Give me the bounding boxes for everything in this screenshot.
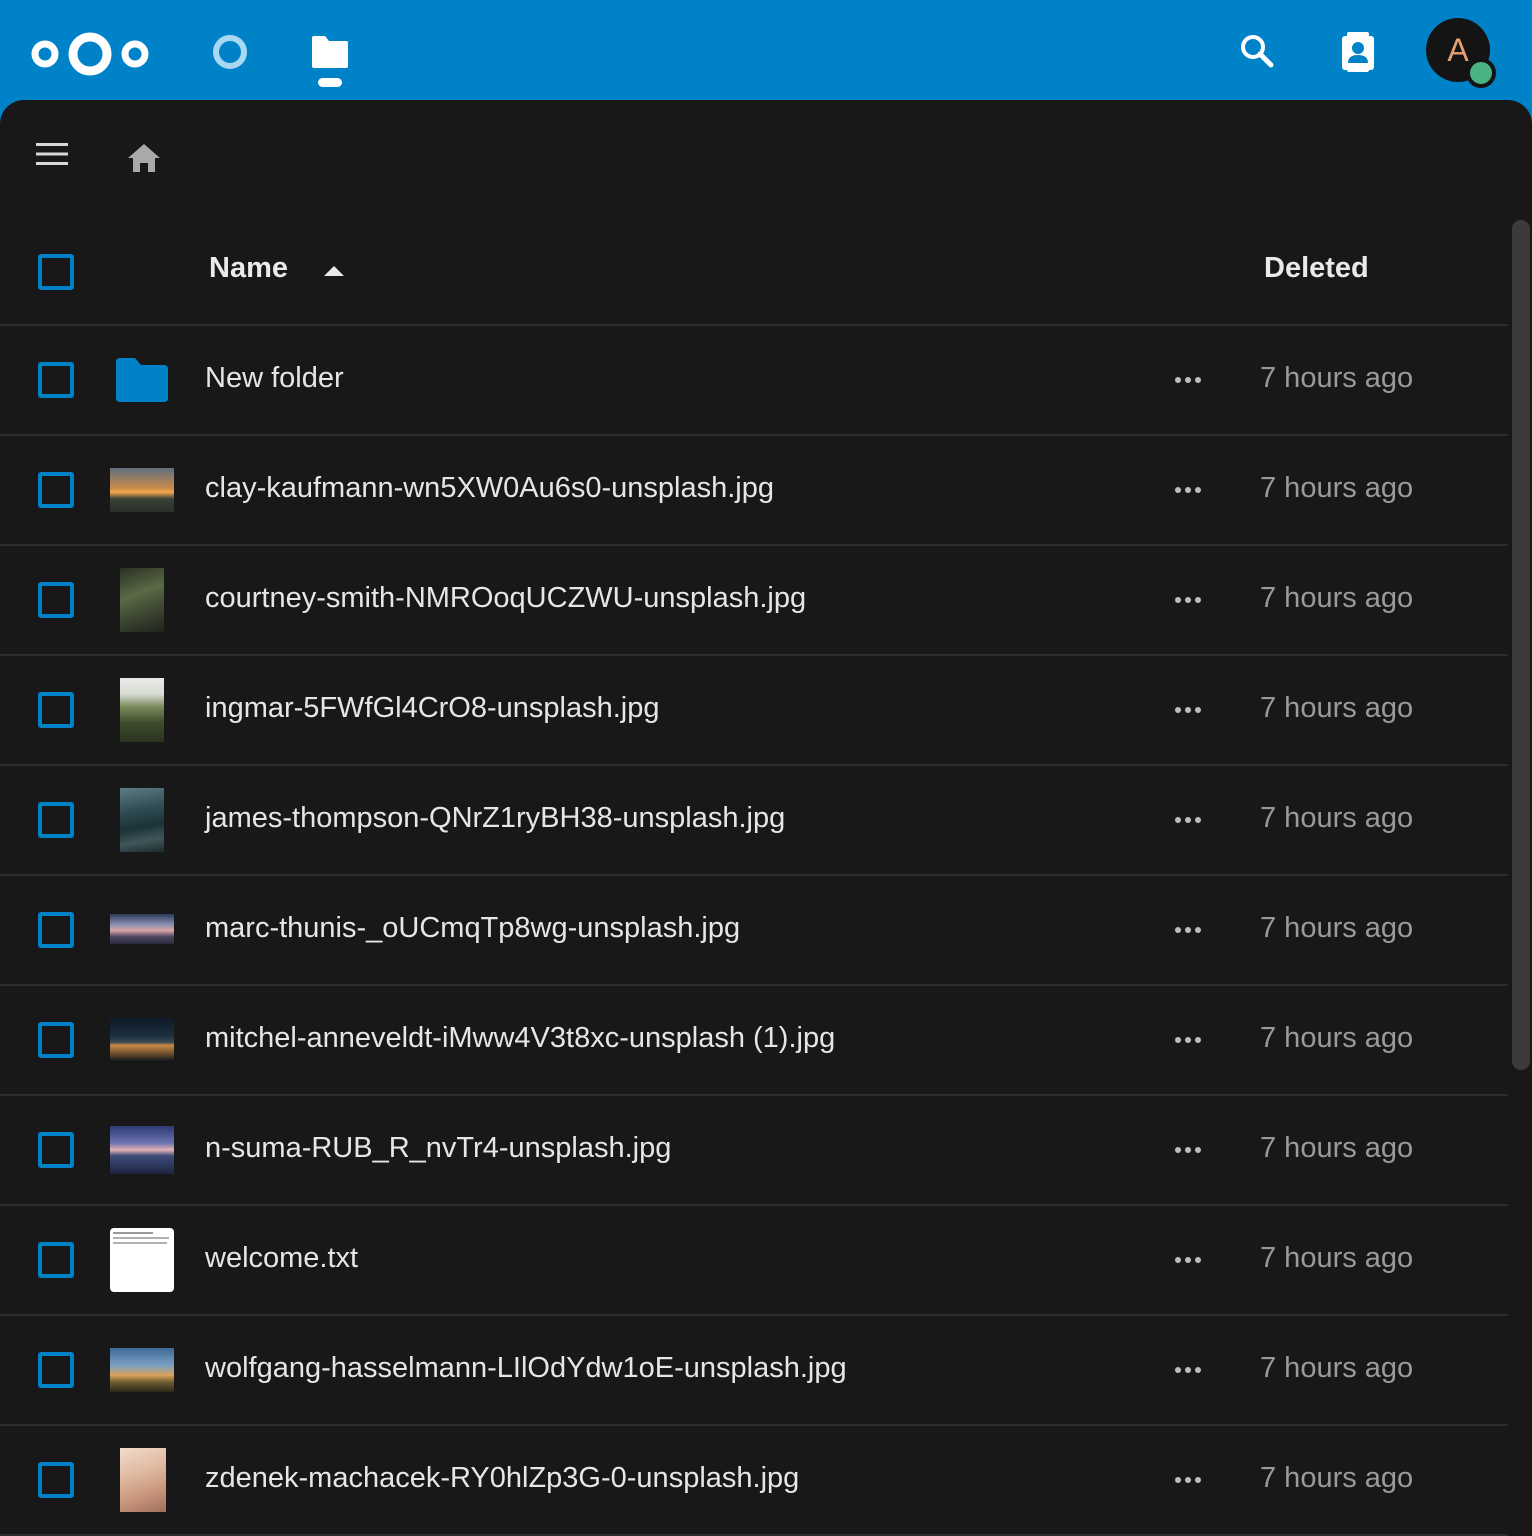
navigation-toggle-button[interactable] (28, 134, 76, 174)
actions-menu-button[interactable] (1166, 582, 1210, 618)
actions-menu-button[interactable] (1166, 362, 1210, 398)
row-checkbox[interactable] (38, 692, 74, 728)
actions-menu-button[interactable] (1166, 1352, 1210, 1388)
deleted-time: 7 hours ago (1260, 692, 1414, 724)
file-name[interactable]: zdenek-machacek-RY0hlZp3G-0-unsplash.jpg (205, 1462, 799, 1495)
folder-icon (312, 36, 348, 68)
column-header-deleted[interactable]: Deleted (1264, 252, 1369, 285)
image-thumbnail (120, 678, 164, 742)
dashboard-circle-icon (213, 35, 247, 69)
files-app-button[interactable] (306, 28, 354, 76)
row-checkbox[interactable] (38, 1132, 74, 1168)
actions-menu-button[interactable] (1166, 802, 1210, 838)
deleted-time: 7 hours ago (1260, 1022, 1414, 1054)
table-row[interactable]: marc-thunis-_oUCmqTp8wg-unsplash.jpg 7 h… (0, 876, 1508, 986)
table-row[interactable]: ingmar-5FWfGl4CrO8-unsplash.jpg 7 hours … (0, 656, 1508, 766)
row-checkbox[interactable] (38, 1022, 74, 1058)
file-name[interactable]: james-thompson-QNrZ1ryBH38-unsplash.jpg (205, 802, 785, 835)
main-content: Name Deleted New folder 7 hours ago clay… (0, 100, 1532, 1536)
file-name[interactable]: n-suma-RUB_R_nvTr4-unsplash.jpg (205, 1132, 671, 1165)
image-thumbnail (110, 1018, 174, 1062)
image-thumbnail (120, 568, 164, 632)
deleted-time: 7 hours ago (1260, 362, 1414, 394)
row-checkbox[interactable] (38, 582, 74, 618)
contacts-icon (1342, 32, 1374, 72)
table-row[interactable]: zdenek-machacek-RY0hlZp3G-0-unsplash.jpg… (0, 1426, 1508, 1536)
active-app-indicator (318, 78, 342, 87)
file-name[interactable]: courtney-smith-NMROoqUCZWU-unsplash.jpg (205, 582, 806, 615)
row-checkbox[interactable] (38, 912, 74, 948)
top-header: A (0, 0, 1532, 100)
files-table: Name Deleted New folder 7 hours ago clay… (0, 216, 1508, 1536)
nextcloud-logo[interactable] (28, 28, 152, 80)
actions-menu-button[interactable] (1166, 1132, 1210, 1168)
deleted-time: 7 hours ago (1260, 472, 1414, 504)
search-button[interactable] (1232, 26, 1282, 76)
home-icon (128, 144, 160, 172)
actions-menu-button[interactable] (1166, 1022, 1210, 1058)
image-thumbnail (110, 468, 174, 512)
online-status-indicator (1466, 58, 1496, 88)
actions-menu-button[interactable] (1166, 692, 1210, 728)
deleted-time: 7 hours ago (1260, 912, 1414, 944)
actions-menu-button[interactable] (1166, 912, 1210, 948)
dashboard-app-button[interactable] (206, 28, 254, 76)
table-header: Name Deleted (0, 216, 1508, 326)
row-checkbox[interactable] (38, 1242, 74, 1278)
table-row[interactable]: n-suma-RUB_R_nvTr4-unsplash.jpg 7 hours … (0, 1096, 1508, 1206)
deleted-time: 7 hours ago (1260, 1462, 1414, 1494)
deleted-time: 7 hours ago (1260, 802, 1414, 834)
image-thumbnail (120, 1448, 166, 1512)
breadcrumb-home[interactable] (120, 136, 168, 180)
table-row[interactable]: mitchel-anneveldt-iMww4V3t8xc-unsplash (… (0, 986, 1508, 1096)
file-name[interactable]: mitchel-anneveldt-iMww4V3t8xc-unsplash (… (205, 1022, 835, 1055)
file-name[interactable]: ingmar-5FWfGl4CrO8-unsplash.jpg (205, 692, 659, 725)
table-row[interactable]: courtney-smith-NMROoqUCZWU-unsplash.jpg … (0, 546, 1508, 656)
deleted-time: 7 hours ago (1260, 1242, 1414, 1274)
avatar-letter: A (1447, 31, 1469, 68)
search-icon (1241, 35, 1274, 68)
file-name[interactable]: marc-thunis-_oUCmqTp8wg-unsplash.jpg (205, 912, 740, 945)
table-row[interactable]: welcome.txt 7 hours ago (0, 1206, 1508, 1316)
scrollbar[interactable] (1512, 220, 1530, 1070)
contacts-button[interactable] (1332, 26, 1384, 78)
select-all-checkbox[interactable] (38, 254, 74, 290)
deleted-time: 7 hours ago (1260, 1352, 1414, 1384)
table-row[interactable]: wolfgang-hasselmann-LIlOdYdw1oE-unsplash… (0, 1316, 1508, 1426)
deleted-time: 7 hours ago (1260, 1132, 1414, 1164)
file-name[interactable]: clay-kaufmann-wn5XW0Au6s0-unsplash.jpg (205, 472, 774, 505)
text-file-thumbnail (110, 1228, 174, 1292)
image-thumbnail (120, 788, 164, 852)
hamburger-icon (36, 143, 68, 165)
file-name[interactable]: wolfgang-hasselmann-LIlOdYdw1oE-unsplash… (205, 1352, 847, 1385)
row-checkbox[interactable] (38, 362, 74, 398)
table-row[interactable]: clay-kaufmann-wn5XW0Au6s0-unsplash.jpg 7… (0, 436, 1508, 546)
folder-icon (116, 358, 168, 402)
file-name[interactable]: welcome.txt (205, 1242, 358, 1275)
column-name-label: Name (209, 252, 288, 284)
image-thumbnail (110, 1126, 174, 1174)
actions-menu-button[interactable] (1166, 1242, 1210, 1278)
image-thumbnail (110, 1348, 174, 1392)
sort-ascending-icon (324, 265, 344, 276)
row-checkbox[interactable] (38, 1352, 74, 1388)
deleted-time: 7 hours ago (1260, 582, 1414, 614)
column-header-name[interactable]: Name (209, 252, 344, 285)
row-checkbox[interactable] (38, 802, 74, 838)
table-row[interactable]: New folder 7 hours ago (0, 326, 1508, 436)
actions-menu-button[interactable] (1166, 1462, 1210, 1498)
file-name[interactable]: New folder (205, 362, 344, 395)
row-checkbox[interactable] (38, 1462, 74, 1498)
table-row[interactable]: james-thompson-QNrZ1ryBH38-unsplash.jpg … (0, 766, 1508, 876)
actions-menu-button[interactable] (1166, 472, 1210, 508)
image-thumbnail (110, 914, 174, 944)
row-checkbox[interactable] (38, 472, 74, 508)
